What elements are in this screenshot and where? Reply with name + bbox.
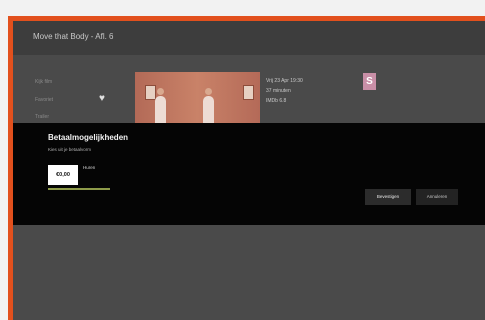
confirm-button[interactable]: Bevestigen	[365, 189, 411, 205]
episode-date: Vrij 23 Apr 19:30	[266, 78, 303, 84]
episode-rating: IMDb 6.8	[266, 98, 287, 104]
focus-indicator	[48, 188, 110, 190]
episode-duration: 37 minuten	[266, 88, 291, 94]
wall-poster	[145, 85, 156, 100]
dialog-title: Betaalmogelijkheden	[48, 133, 129, 142]
sidebar-item-watch[interactable]: Kijk film	[35, 79, 52, 85]
person-figure	[155, 88, 166, 124]
price-option-label: Huren	[83, 165, 96, 170]
dialog-subtitle: Kies uit je betaalvorm	[48, 147, 92, 152]
sidebar-item-favorite[interactable]: Favoriet	[35, 97, 53, 103]
price-option[interactable]: €0,00	[48, 165, 78, 185]
provider-badge: S	[363, 73, 376, 90]
sidebar-item-trailer[interactable]: Trailer	[35, 114, 49, 120]
wall-poster	[243, 85, 254, 100]
tv-frame: Move that Body - Afl. 6 Kijk film Favori…	[8, 16, 485, 320]
cancel-button[interactable]: Annuleren	[416, 189, 458, 205]
tv-screen: Move that Body - Afl. 6 Kijk film Favori…	[13, 21, 485, 320]
payment-dialog: Betaalmogelijkheden Kies uit je betaalvo…	[13, 123, 485, 225]
page-title: Move that Body - Afl. 6	[33, 32, 114, 41]
heart-icon[interactable]: ♥	[99, 94, 105, 104]
title-bar: Move that Body - Afl. 6	[13, 21, 485, 55]
person-figure	[203, 88, 214, 124]
episode-thumbnail[interactable]	[135, 72, 260, 130]
